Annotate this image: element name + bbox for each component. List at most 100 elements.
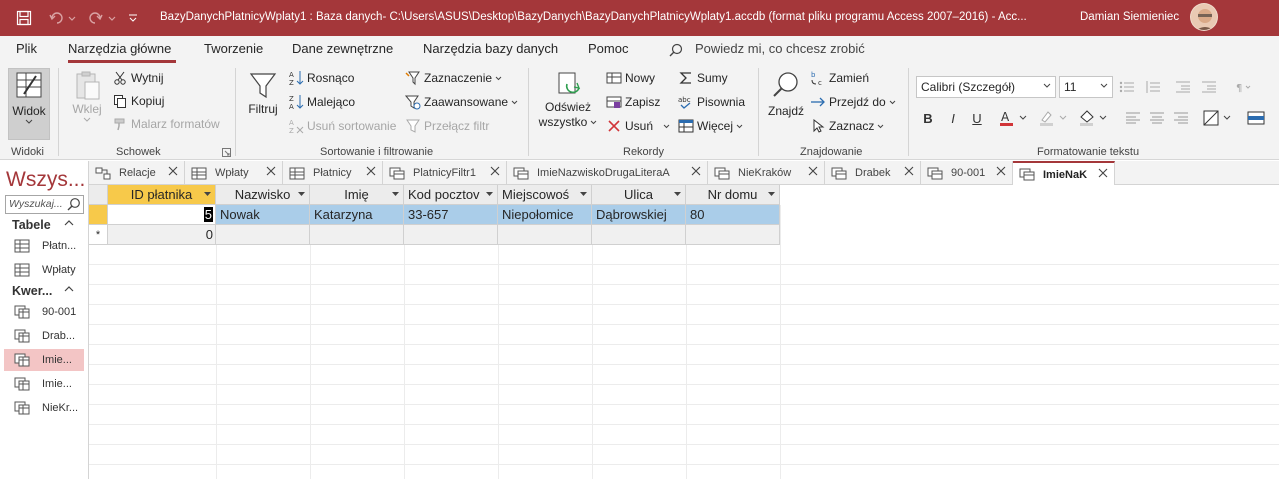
customize-toolbar-icon[interactable] [128, 0, 138, 36]
user-name[interactable]: Damian Siemieniec [1080, 11, 1179, 23]
highlight-icon[interactable] [1036, 108, 1070, 128]
tell-me-input[interactable]: Powiedz mi, co chcesz zrobić [695, 41, 865, 56]
numbering-icon[interactable] [1142, 77, 1164, 97]
alternate-row-color-icon[interactable] [1244, 108, 1278, 128]
bullets-icon[interactable] [1116, 77, 1138, 97]
gridlines-icon[interactable] [1200, 108, 1234, 128]
copy-button[interactable]: Kopiuj [112, 93, 164, 109]
font-color-icon[interactable]: A [996, 108, 1030, 128]
cell-ulica[interactable]: Dąbrowskiej [592, 205, 686, 225]
fill-color-icon[interactable] [1076, 108, 1110, 128]
column-header-nazwisko[interactable]: Nazwisko [216, 185, 310, 205]
doc-tab-relacje[interactable]: Relacje [89, 161, 185, 185]
nav-item-query-90-001[interactable]: 90-001 [4, 301, 84, 323]
column-header-imie[interactable]: Imię [310, 185, 404, 205]
align-center-icon[interactable] [1146, 108, 1168, 128]
save-icon[interactable] [16, 0, 32, 36]
cell-miejscowosc[interactable]: Niepołomice [498, 205, 592, 225]
avatar[interactable] [1190, 3, 1218, 31]
tab-plik[interactable]: Plik [16, 41, 37, 56]
column-header-ulica[interactable]: Ulica [592, 185, 686, 205]
select-button[interactable]: Zaznacz [810, 118, 884, 134]
column-header-id-platnika[interactable]: ID płatnika [108, 185, 216, 205]
save-record-button[interactable]: Zapisz [606, 94, 660, 110]
spelling-button[interactable]: abc Pisownia [678, 94, 745, 110]
refresh-all-button[interactable]: Odśwież wszystko [536, 70, 600, 130]
paste-button[interactable]: Wklej [68, 70, 106, 123]
tab-dane-zewnetrzne[interactable]: Dane zewnętrzne [292, 41, 393, 56]
dropdown-arrow-icon[interactable] [580, 192, 587, 197]
column-header-nr-domu[interactable]: Nr domu [686, 185, 780, 205]
new-row-marker[interactable]: * [89, 225, 108, 245]
advanced-filter-button[interactable]: Zaawansowane [405, 94, 518, 110]
align-left-icon[interactable] [1122, 108, 1144, 128]
cell-id-platnika-new[interactable]: 0 [108, 225, 216, 245]
cell-nazwisko-new[interactable] [216, 225, 310, 245]
find-button[interactable]: Znajdź [765, 70, 807, 119]
nav-section-queries[interactable]: Kwer... [12, 284, 52, 298]
dropdown-arrow-icon[interactable] [298, 192, 305, 197]
decrease-indent-icon[interactable] [1172, 77, 1194, 97]
dropdown-arrow-icon[interactable] [674, 192, 681, 197]
close-icon[interactable] [490, 166, 500, 176]
cell-imie[interactable]: Katarzyna [310, 205, 404, 225]
close-icon[interactable] [808, 166, 818, 176]
nav-item-query-imienazwisko[interactable]: Imie... [4, 373, 84, 395]
tab-narzedzia-glowne[interactable]: Narzędzia główne [68, 41, 171, 56]
close-icon[interactable] [366, 166, 376, 176]
paragraph-direction-icon[interactable]: ¶ [1230, 77, 1254, 97]
doc-tab-niekrakow[interactable]: NieKraków [708, 161, 825, 185]
cell-imie-new[interactable] [310, 225, 404, 245]
close-icon[interactable] [1098, 168, 1108, 178]
cell-miejscowosc-new[interactable] [498, 225, 592, 245]
nav-item-query-niekrakow[interactable]: NieKr... [4, 397, 84, 419]
selection-filter-button[interactable]: Zaznaczenie [405, 70, 502, 86]
doc-tab-drabek[interactable]: Drabek [825, 161, 921, 185]
nav-item-query-drabek[interactable]: Drab... [4, 325, 84, 347]
doc-tab-platnicy[interactable]: Płatnicy [283, 161, 383, 185]
cell-kod-pocztowy-new[interactable] [404, 225, 498, 245]
dropdown-arrow-icon[interactable] [204, 192, 211, 197]
cell-id-platnika[interactable]: 5 [108, 205, 216, 225]
close-icon[interactable] [266, 166, 276, 176]
nav-item-wplaty[interactable]: Wpłaty [4, 259, 84, 281]
doc-tab-imienak[interactable]: ImieNaK [1013, 161, 1115, 186]
cut-button[interactable]: Wytnij [112, 70, 164, 86]
tab-narzedzia-bazy-danych[interactable]: Narzędzia bazy danych [423, 41, 558, 56]
tab-pomoc[interactable]: Pomoc [588, 41, 628, 56]
totals-button[interactable]: Sumy [678, 70, 728, 86]
doc-tab-imienazwiskodrugaliteraa[interactable]: ImieNazwiskoDrugaLiteraA [507, 161, 708, 185]
doc-tab-90-001[interactable]: 90-001 [921, 161, 1013, 185]
align-right-icon[interactable] [1170, 108, 1192, 128]
sort-descending-button[interactable]: ZA Malejąco [288, 94, 355, 110]
close-icon[interactable] [904, 166, 914, 176]
more-button[interactable]: Więcej [678, 118, 743, 134]
chevron-up-icon[interactable] [64, 219, 74, 227]
column-header-miejscowosc[interactable]: Miejscowoś [498, 185, 592, 205]
font-family-select[interactable]: Calibri (Szczegół) [916, 76, 1056, 98]
sort-ascending-button[interactable]: AZ Rosnąco [288, 70, 354, 86]
redo-icon[interactable] [88, 0, 116, 36]
remove-sort-button[interactable]: AZ Usuń sortowanie [288, 118, 396, 134]
close-icon[interactable] [996, 166, 1006, 176]
select-all-corner[interactable] [89, 185, 108, 205]
nav-item-platnicy[interactable]: Płatn... [4, 235, 84, 257]
increase-indent-icon[interactable] [1198, 77, 1220, 97]
cell-kod-pocztowy[interactable]: 33-657 [404, 205, 498, 225]
search-icon[interactable] [67, 197, 81, 211]
new-record-button[interactable]: Nowy [606, 70, 655, 86]
cell-nazwisko[interactable]: Nowak [216, 205, 310, 225]
nav-pane-title[interactable]: Wszys... [6, 168, 86, 192]
dropdown-arrow-icon[interactable] [392, 192, 399, 197]
view-button-content[interactable]: Widok [8, 70, 50, 125]
dropdown-arrow-icon[interactable] [768, 192, 775, 197]
bold-button[interactable]: B [917, 108, 939, 128]
chevron-up-icon[interactable] [64, 285, 74, 293]
toggle-filter-button[interactable]: Przełącz filtr [405, 118, 489, 134]
cell-nr-domu[interactable]: 80 [686, 205, 780, 225]
delete-record-button[interactable]: Usuń [606, 118, 670, 134]
format-painter-button[interactable]: Malarz formatów [112, 116, 220, 132]
row-selector[interactable] [89, 205, 108, 225]
nav-section-tables[interactable]: Tabele [12, 218, 51, 232]
underline-button[interactable]: U [966, 108, 988, 128]
